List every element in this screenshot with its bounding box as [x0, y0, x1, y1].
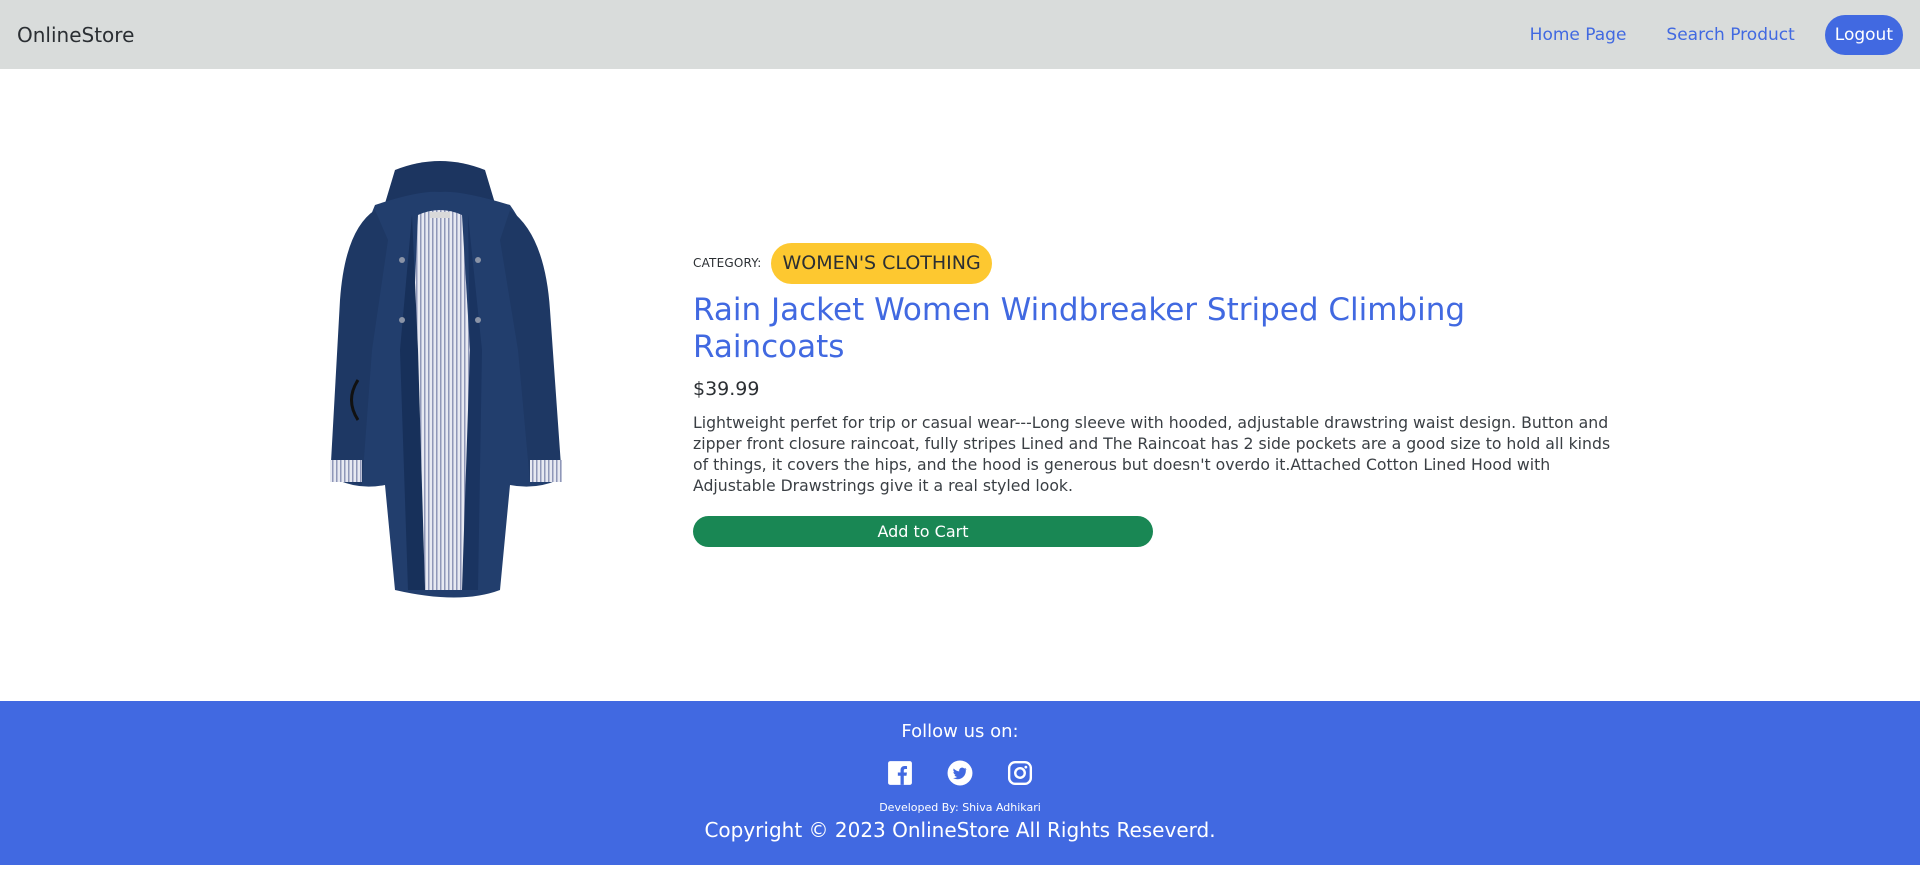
product-price: $39.99 [693, 378, 760, 401]
category-badge: WOMEN'S CLOTHING [771, 243, 992, 284]
facebook-icon[interactable] [887, 760, 913, 786]
category-row: CATEGORY: WOMEN'S CLOTHING [693, 243, 1613, 284]
product-title: Rain Jacket Women Windbreaker Striped Cl… [693, 291, 1466, 365]
home-page-link[interactable]: Home Page [1530, 25, 1627, 45]
follow-us-label: Follow us on: [901, 721, 1019, 742]
twitter-icon[interactable] [947, 760, 973, 786]
product-details: CATEGORY: WOMEN'S CLOTHING Rain Jacket W… [693, 243, 1613, 548]
footer: Follow us on: Developed By: Shiva Adhika… [0, 701, 1920, 865]
navbar: OnlineStore Home Page Search Product Log… [0, 0, 1920, 69]
page-bottom-strip [0, 865, 1920, 885]
product-description: Lightweight perfet for trip or casual we… [693, 413, 1611, 496]
developer-credit: Developed By: Shiva Adhikari [879, 801, 1041, 814]
social-links [0, 760, 1920, 786]
navy-rain-jacket-image [330, 161, 562, 598]
nav-links: Home Page Search Product Logout [1490, 14, 1903, 55]
logout-button[interactable]: Logout [1824, 14, 1903, 55]
brand-logo[interactable]: OnlineStore [17, 23, 134, 47]
product-image [300, 150, 580, 610]
copyright-text: Copyright © 2023 OnlineStore All Rights … [704, 818, 1216, 842]
search-product-link[interactable]: Search Product [1666, 25, 1794, 45]
add-to-cart-button[interactable]: Add to Cart [693, 516, 1153, 548]
instagram-icon[interactable] [1007, 760, 1033, 786]
category-label: CATEGORY: [693, 256, 762, 271]
